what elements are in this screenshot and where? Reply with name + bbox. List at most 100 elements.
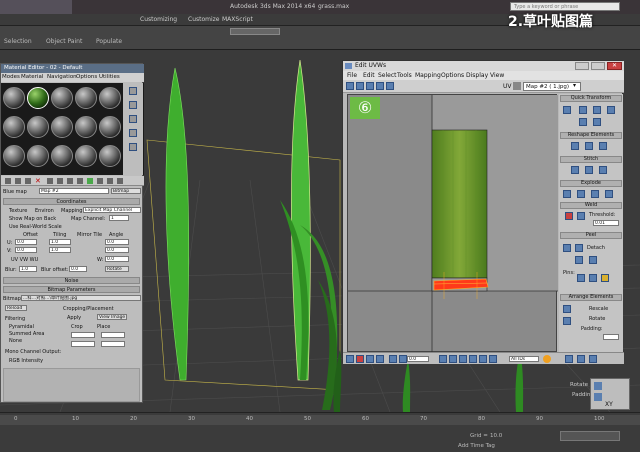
filter-pyramidal-radio[interactable]: Pyramidal [9,324,34,330]
detach-checkbox[interactable]: Detach [587,245,605,251]
tiling-u-field[interactable]: 1.0 [49,239,71,245]
menu-view[interactable]: View [490,71,504,80]
blur-offset-field[interactable]: 0.0 [69,266,87,272]
tab-populate[interactable]: Populate [96,38,122,45]
material-slot[interactable] [51,145,73,167]
space-h-icon[interactable] [579,118,587,126]
select-edge-icon[interactable] [356,355,364,363]
crop-radio[interactable]: Crop [71,324,83,330]
map-channel-field[interactable]: 1 [109,215,129,221]
rotate-checkbox[interactable]: Rotate [589,316,605,322]
noise-rollout[interactable]: Noise [3,277,140,284]
put-library-icon[interactable] [67,178,73,184]
blur-field[interactable]: 1.0 [19,266,37,272]
material-slot[interactable] [75,87,97,109]
grow-icon[interactable] [389,355,397,363]
straighten-icon[interactable] [571,142,579,150]
pack-custom-icon[interactable] [563,317,571,325]
select-face-icon[interactable] [366,355,374,363]
menu-customize[interactable]: Customize [188,16,220,23]
put-to-scene-icon[interactable] [15,178,21,184]
filter-summed-area-radio[interactable]: Summed Area [9,331,44,337]
texture-radio[interactable]: Texture [9,208,27,214]
chevron-down-icon[interactable]: ▾ [573,82,576,89]
selection-set-dropdown[interactable] [230,28,280,35]
material-slot[interactable] [99,145,121,167]
material-slot[interactable] [27,116,49,138]
relax-settings-icon[interactable] [599,142,607,150]
rotate-tool-icon[interactable] [356,82,364,90]
move-tool-icon[interactable] [346,82,354,90]
padding-field[interactable] [603,334,619,340]
shrink-icon[interactable] [399,355,407,363]
show-map-icon[interactable] [87,178,93,184]
rotate-icon[interactable] [594,393,602,401]
go-parent-icon[interactable] [107,178,113,184]
view-image-button[interactable]: View Image [97,314,127,320]
menu-navigation[interactable]: Navigation [47,73,77,82]
sample-type-icon[interactable] [129,87,137,95]
freeze-icon[interactable] [489,355,497,363]
material-slot[interactable] [99,116,121,138]
material-slot[interactable] [3,116,25,138]
uv-editor-canvas[interactable]: ⑥ [347,94,558,353]
menu-edit[interactable]: Edit [363,71,375,80]
assign-material-icon[interactable] [25,178,31,184]
crop-u-field[interactable] [71,332,95,338]
map-name-field[interactable]: Map #2 [39,188,109,194]
weld-target-icon[interactable] [577,212,585,220]
maximize-button[interactable] [591,62,605,70]
mirror-tool-icon[interactable] [386,82,394,90]
copy-material-icon[interactable] [47,178,53,184]
uv-tiling-icon[interactable] [129,129,137,137]
auto-pin-icon[interactable] [601,274,609,282]
peel-header[interactable]: Peel [560,232,622,239]
environ-radio[interactable]: Environ [35,208,54,214]
select-element-icon[interactable] [376,355,384,363]
pack-normalize-icon[interactable] [563,305,571,313]
menu-options[interactable]: Options [441,71,464,80]
material-id-icon[interactable] [77,178,83,184]
show-map-on-back-checkbox[interactable]: Show Map on Back [9,216,56,222]
place-radio[interactable]: Place [97,324,110,330]
relax-icon[interactable] [585,142,593,150]
stitch-source-icon[interactable] [571,166,579,174]
menu-modes[interactable]: Modes [2,73,20,82]
timeline[interactable]: 0 10 20 30 40 50 60 70 80 90 100 [0,415,640,425]
reload-button[interactable]: Reload [5,305,27,311]
angle-w-field[interactable]: 0.0 [105,256,129,262]
pin-icon[interactable] [577,274,585,282]
rotate-button[interactable]: Rotate [105,266,129,272]
material-slot[interactable] [51,87,73,109]
quick-transform-header[interactable]: Quick Transform [560,95,622,102]
paint-select-icon[interactable] [459,355,467,363]
get-material-icon[interactable] [5,178,11,184]
menu-tools[interactable]: Tools [397,71,412,80]
menu-options[interactable]: Options [76,73,97,82]
menu-mapping[interactable]: Mapping [415,71,441,80]
reset-map-icon[interactable]: ✕ [35,178,41,185]
quick-peel-icon[interactable] [563,244,571,252]
material-slot[interactable] [75,116,97,138]
offset-v-field[interactable]: 0.0 [15,247,37,253]
material-slot[interactable] [3,87,25,109]
linear-align-icon[interactable] [607,106,615,114]
add-time-tag[interactable]: Add Time Tag [458,443,495,449]
peel-options-icon[interactable] [589,256,597,264]
all-ids-dropdown[interactable]: All IDs [509,356,539,362]
zoom-extents-icon[interactable] [589,355,597,363]
crop-h-field[interactable] [101,341,125,347]
zoom-icon[interactable] [565,355,573,363]
scale-tool-icon[interactable] [366,82,374,90]
bitmap-parameters-rollout[interactable]: Bitmap Parameters [3,286,140,293]
reshape-elements-header[interactable]: Reshape Elements [560,132,622,139]
rescale-checkbox[interactable]: Rescale [589,306,608,312]
tiling-v-field[interactable]: 1.0 [49,247,71,253]
snap-icon[interactable] [469,355,477,363]
align-icon[interactable] [563,106,571,114]
explode-icon[interactable] [605,190,613,198]
checker-icon[interactable] [513,82,521,90]
align-h-icon[interactable] [579,106,587,114]
material-slot[interactable] [75,145,97,167]
background-icon[interactable] [129,115,137,123]
